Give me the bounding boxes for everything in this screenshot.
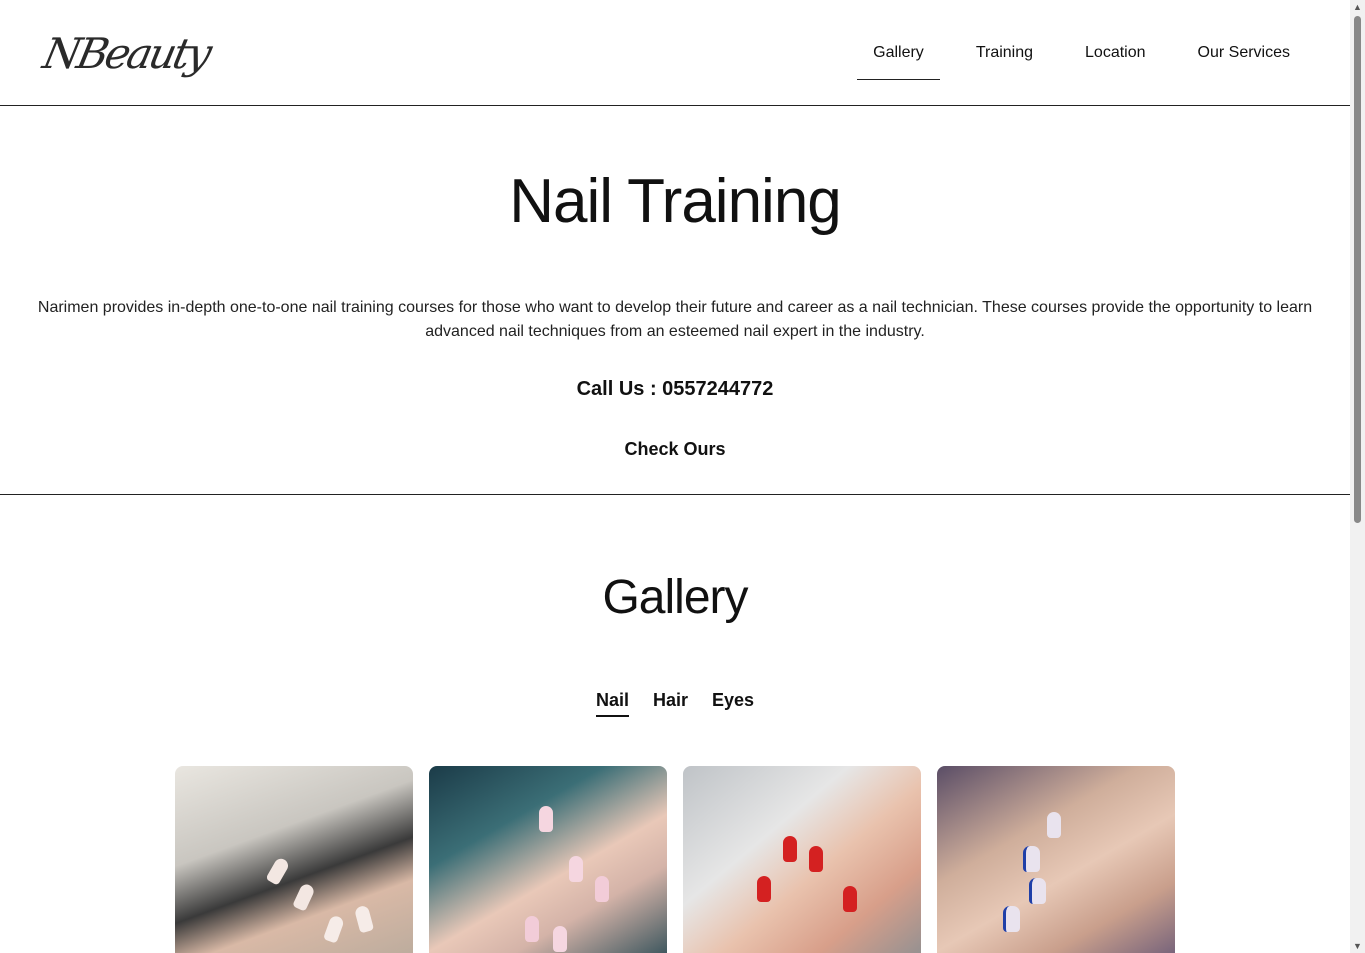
gallery-image-red-french-nails[interactable] bbox=[683, 766, 921, 953]
gallery-image-french-tip-nails[interactable] bbox=[175, 766, 413, 953]
check-ours-link[interactable]: Check Ours bbox=[0, 439, 1350, 460]
nav-our-services[interactable]: Our Services bbox=[1182, 28, 1306, 80]
scroll-up-arrow-icon[interactable]: ▲ bbox=[1350, 0, 1365, 14]
main-nav: Gallery Training Location Our Services bbox=[837, 28, 1306, 80]
gallery-title: Gallery bbox=[602, 571, 748, 624]
nav-training[interactable]: Training bbox=[960, 28, 1049, 80]
gallery-image-pink-ombre-nails[interactable] bbox=[429, 766, 667, 953]
training-section: Nail Training Narimen provides in-depth … bbox=[0, 106, 1350, 495]
scroll-down-arrow-icon[interactable]: ▼ bbox=[1350, 939, 1365, 953]
scrollbar[interactable]: ▲ ▼ bbox=[1350, 0, 1365, 953]
training-description: Narimen provides in-depth one-to-one nai… bbox=[37, 299, 1313, 340]
nav-gallery[interactable]: Gallery bbox=[857, 28, 940, 80]
call-us-text: Call Us : 0557244772 bbox=[576, 378, 774, 400]
tab-hair[interactable]: Hair bbox=[653, 690, 688, 717]
page-title: Nail Training bbox=[509, 167, 842, 236]
tab-nail[interactable]: Nail bbox=[595, 690, 629, 717]
gallery-grid bbox=[175, 766, 1175, 953]
nav-location[interactable]: Location bbox=[1069, 28, 1162, 80]
site-header: NBeauty Gallery Training Location Our Se… bbox=[0, 0, 1350, 106]
scrollbar-thumb[interactable] bbox=[1354, 16, 1361, 523]
tab-eyes[interactable]: Eyes bbox=[712, 690, 754, 717]
logo[interactable]: NBeauty bbox=[35, 14, 262, 94]
gallery-image-blue-art-nails[interactable] bbox=[937, 766, 1175, 953]
gallery-tabs: Nail Hair Eyes bbox=[0, 690, 1350, 717]
page: NBeauty Gallery Training Location Our Se… bbox=[0, 0, 1350, 953]
